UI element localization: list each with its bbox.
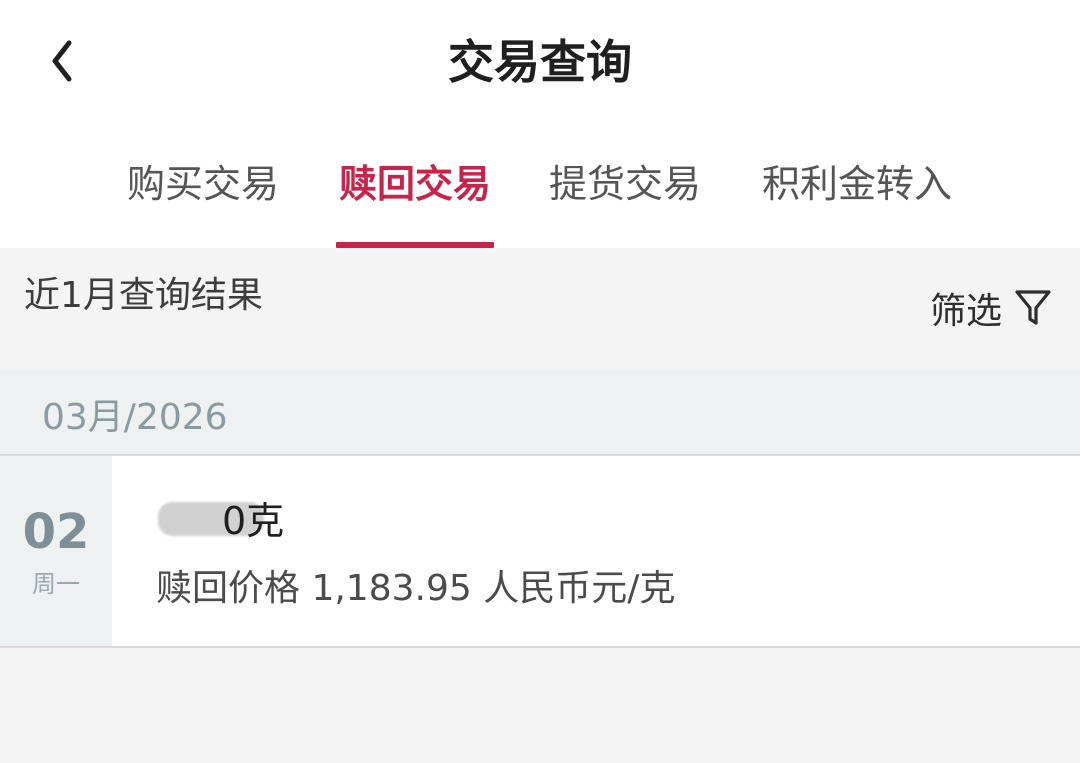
tab-label: 赎回交易 <box>338 162 491 206</box>
transaction-row[interactable]: 02 周一 0克 赎回价格 1,183.95 人民币元/克 <box>0 456 1080 648</box>
tab-label: 提货交易 <box>548 162 701 206</box>
transaction-tabs: 购买交易 赎回交易 提货交易 积利金转入 <box>0 138 1080 248</box>
filter-icon <box>1015 290 1051 325</box>
redeemed-amount: 0克 <box>156 492 416 550</box>
tab-label: 积利金转入 <box>761 162 952 206</box>
page-title: 交易查询 <box>448 35 632 89</box>
date-cell: 02 周一 <box>0 456 112 646</box>
filter-label: 筛选 <box>929 291 1002 332</box>
results-summary: 近1月查询结果 <box>24 275 263 316</box>
tab-label: 购买交易 <box>126 162 279 206</box>
month-group-header: 03月/2026 <box>0 370 1080 456</box>
tab-points-transfer[interactable]: 积利金转入 <box>760 138 954 248</box>
redeem-price: 赎回价格 1,183.95 人民币元/克 <box>156 568 676 609</box>
filter-button[interactable]: 筛选 <box>930 280 1052 336</box>
day-number: 02 <box>22 504 90 560</box>
active-tab-indicator <box>336 242 494 248</box>
tab-redeem[interactable]: 赎回交易 <box>336 138 494 248</box>
month-label: 03月/2026 <box>42 397 228 438</box>
tab-pickup[interactable]: 提货交易 <box>548 138 702 248</box>
amount-visible-text: 0克 <box>222 499 285 543</box>
tab-buy[interactable]: 购买交易 <box>126 138 280 248</box>
weekday-label: 周一 <box>32 570 80 598</box>
